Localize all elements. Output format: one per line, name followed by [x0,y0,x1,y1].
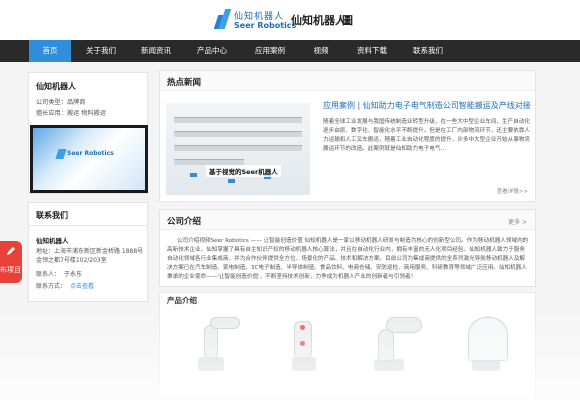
company-video-thumbnail[interactable]: Seer Robotics [30,125,148,193]
news-more-link[interactable]: 查看详情>> [497,187,528,195]
product-item-robot-arm-3[interactable] [364,307,434,377]
product-item-robot-arm-1[interactable] [180,307,250,377]
nav-item-video[interactable]: 视频 [304,40,338,62]
nav-item-cases[interactable]: 应用案例 [248,40,292,62]
contact-person-name: 于永东 [64,271,83,278]
product-item-robot-arm-4[interactable] [452,307,522,377]
contact-person: 联系人： 于永东 [36,271,83,278]
brand-badge: 圖 [342,14,353,27]
news-excerpt: 随着全球工业发展与我国传统制造业转型升级，在一些大中型企业车间，生产自动化逐步由… [323,119,530,152]
brand-title: 仙知机器人 [291,14,346,27]
company-card: 仙知机器人 公司类型：品牌商 擅长应用：搬运 物料搬运 Seer Robotic… [28,72,148,194]
news-headline-link[interactable]: 应用案例 | 仙知助力电子电气制造公司智能搬运及产线对接 [323,100,531,111]
company-intro-section: 公司介绍 更多 > 公司介绍视频Seer Robotics —— 让智能创造价值… [159,209,536,287]
view-phone-link[interactable]: 点击查看 [70,283,94,290]
nav-item-news[interactable]: 新闻资讯 [134,40,178,62]
contact-company: 仙知机器人 [36,237,69,245]
intro-more-link[interactable]: 更多 > [508,217,527,226]
company-type: 公司类型：品牌商 [36,99,86,106]
contact-phone: 联系方式： 点击查看 [36,283,95,290]
seer-logo-icon [55,149,67,159]
hot-news-title: 热点新闻 [167,78,202,88]
news-image[interactable]: 基于视觉的Seer机器人 [166,103,310,195]
nav-item-downloads[interactable]: 资料下载 [350,40,394,62]
nav-item-products[interactable]: 产品中心 [190,40,234,62]
site-header: 仙知机器人 Seer Robotics 仙知机器人 圖 [0,0,580,40]
products-title: 产品介绍 [167,296,197,305]
hot-news-section: 热点新闻 基于视觉的Seer机器人 应用案例 | 仙知助力电子电气制造公司智能搬… [159,70,536,202]
company-type-value: 品牌商 [66,99,86,106]
seer-logo[interactable]: 仙知机器人 Seer Robotics [213,7,296,33]
video-logo-text: Seer Robotics [67,150,114,157]
contact-address: 地址：上海市浦东新区新金桥路 1888号金领之都7号楼102/203室 [36,248,144,264]
seer-logo-icon [213,9,232,29]
pencil-icon [7,247,15,255]
publish-project-label: 布项目 [0,266,21,274]
contact-title: 联系我们 [36,211,68,220]
company-name: 仙知机器人 [36,82,76,91]
company-intro-text: 公司介绍视频Seer Robotics —— 让智能创造价值 仙知机器人是一家以… [167,238,529,280]
logo-english-text: Seer Robotics [234,21,297,30]
nav-item-contact[interactable]: 联系我们 [406,40,450,62]
nav-item-about[interactable]: 关于我们 [80,40,122,62]
publish-project-tab[interactable]: 布项目 [0,241,22,283]
main-nav: 首页 关于我们 新闻资讯 产品中心 应用案例 视频 资料下载 联系我们 [0,40,580,62]
news-image-caption: 基于视觉的Seer机器人 [206,165,281,177]
products-section: 产品介绍 [159,292,536,400]
company-scope: 擅长应用：搬运 物料搬运 [36,110,107,117]
product-item-robot-arm-2[interactable] [272,307,342,377]
company-scope-value: 搬运 物料搬运 [66,110,107,117]
contact-card: 联系我们 仙知机器人 地址：上海市浦东新区新金桥路 1888号金领之都7号楼10… [28,202,148,302]
nav-item-home[interactable]: 首页 [29,40,71,62]
company-intro-title: 公司介绍 [167,217,202,227]
